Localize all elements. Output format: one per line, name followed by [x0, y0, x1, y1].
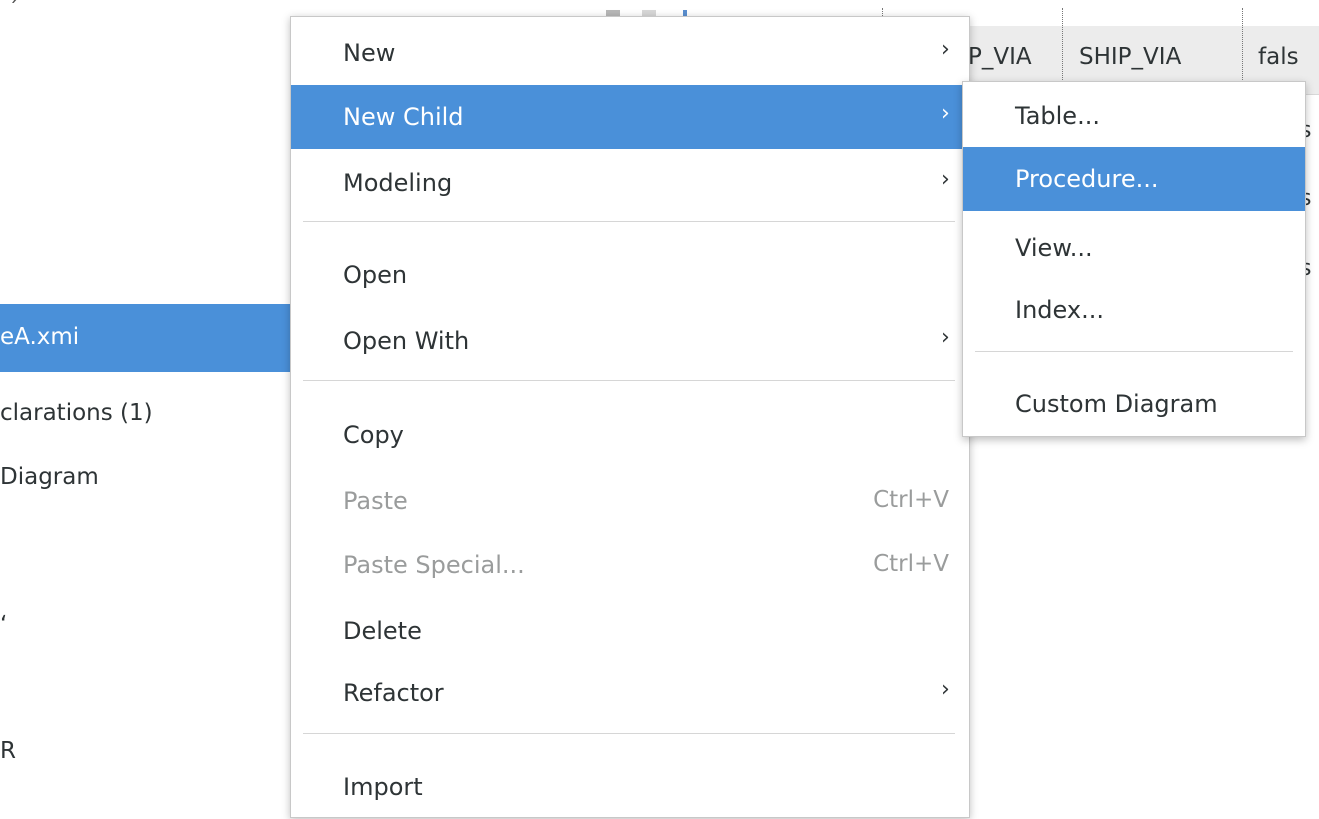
- new-child-submenu: Table... Procedure... View... Index... C…: [962, 81, 1306, 437]
- chevron-right-icon: ›: [941, 325, 950, 350]
- tree-item-label: eA.xmi: [0, 324, 80, 350]
- menu-item-paste-special[interactable]: Paste Special... Ctrl+V: [291, 533, 967, 597]
- menu-item-label: New: [343, 39, 396, 67]
- menu-item-copy[interactable]: Copy: [291, 403, 967, 467]
- menu-item-label: Copy: [343, 421, 404, 449]
- menu-item-accelerator: Ctrl+V: [873, 487, 949, 513]
- menu-item-accelerator: Ctrl+V: [873, 551, 949, 577]
- tree-item-selected[interactable]: eA.xmi: [0, 304, 292, 372]
- column-header[interactable]: SHIP_VIA: [1079, 44, 1181, 70]
- tree-item[interactable]: R: [0, 738, 16, 764]
- menu-item-delete[interactable]: Delete: [291, 599, 967, 663]
- submenu-item-view[interactable]: View...: [963, 216, 1305, 280]
- menu-item-label: Import: [343, 773, 423, 801]
- tree-fragment: ˊ: [8, 0, 19, 23]
- submenu-item-table[interactable]: Table...: [963, 84, 1305, 148]
- column-header[interactable]: P_VIA: [968, 44, 1032, 70]
- chevron-right-icon: ›: [941, 37, 950, 62]
- submenu-item-label: Index...: [1015, 296, 1104, 324]
- tree-item[interactable]: Diagram: [0, 464, 99, 490]
- menu-item-label: New Child: [343, 103, 464, 131]
- menu-separator: [303, 221, 955, 222]
- submenu-item-label: Table...: [1015, 102, 1100, 130]
- menu-item-new-child[interactable]: New Child ›: [291, 85, 967, 149]
- menu-separator: [303, 380, 955, 381]
- submenu-item-label: Procedure...: [1015, 165, 1159, 193]
- chevron-right-icon: ›: [941, 101, 950, 126]
- submenu-item-procedure[interactable]: Procedure...: [963, 147, 1305, 211]
- tree-item[interactable]: ʻ: [0, 612, 7, 638]
- menu-item-modeling[interactable]: Modeling ›: [291, 151, 967, 215]
- menu-item-refactor[interactable]: Refactor ›: [291, 661, 967, 725]
- column-header[interactable]: fals: [1258, 44, 1299, 70]
- menu-item-label: Refactor: [343, 679, 444, 707]
- menu-item-label: Paste: [343, 487, 408, 515]
- menu-item-open[interactable]: Open: [291, 243, 967, 307]
- menu-item-label: Open With: [343, 327, 470, 355]
- context-menu: New › New Child › Modeling › Open Open W…: [290, 16, 970, 818]
- menu-separator: [975, 351, 1293, 352]
- submenu-item-custom-diagram[interactable]: Custom Diagram: [963, 372, 1305, 436]
- submenu-item-label: Custom Diagram: [1015, 390, 1218, 418]
- chevron-right-icon: ›: [941, 167, 950, 192]
- menu-separator: [303, 733, 955, 734]
- submenu-item-index[interactable]: Index...: [963, 278, 1305, 342]
- menu-item-label: Open: [343, 261, 408, 289]
- menu-item-label: Delete: [343, 617, 422, 645]
- menu-item-paste[interactable]: Paste Ctrl+V: [291, 469, 967, 533]
- menu-item-label: Modeling: [343, 169, 453, 197]
- menu-item-open-with[interactable]: Open With ›: [291, 309, 967, 373]
- menu-item-import[interactable]: Import: [291, 755, 967, 819]
- chevron-right-icon: ›: [941, 677, 950, 702]
- submenu-item-label: View...: [1015, 234, 1093, 262]
- project-tree: ˊ eA.xmi clarations (1) Diagram ʻ R: [0, 0, 292, 794]
- tree-item[interactable]: clarations (1): [0, 400, 153, 426]
- menu-item-label: Paste Special...: [343, 551, 525, 579]
- menu-item-new[interactable]: New ›: [291, 21, 967, 85]
